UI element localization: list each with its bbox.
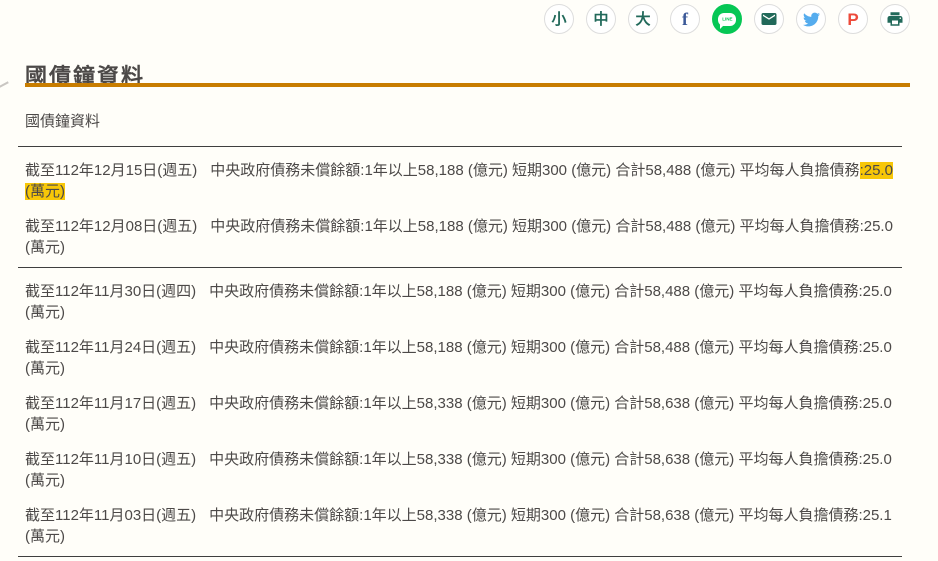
record-date: 截至112年11月17日(週五): [25, 395, 196, 412]
record-date: 截至112年12月15日(週五): [25, 162, 197, 179]
record-detail: 中央政府債務未償餘額:1年以上58,338 (億元) 短期300 (億元) 合計…: [209, 395, 858, 412]
record-date: 截至112年11月03日(週五): [25, 507, 196, 524]
twitter-bird-icon: [803, 11, 820, 28]
debt-record: 截至112年12月15日(週五) 中央政府債務未償餘額:1年以上58,188 (億…: [18, 151, 902, 207]
toolbar: 小 中 大 f LINE P: [544, 4, 910, 34]
envelope-icon: [760, 10, 778, 28]
records-divider: [18, 556, 902, 557]
record-detail: 中央政府債務未償餘額:1年以上58,188 (億元) 短期300 (億元) 合計…: [209, 339, 858, 356]
record-date: 截至112年11月30日(週四): [25, 283, 196, 300]
font-size-medium-button[interactable]: 中: [586, 4, 616, 34]
debt-record: 截至112年11月17日(週五) 中央政府債務未償餘額:1年以上58,338 (億…: [18, 384, 902, 440]
record-detail: 中央政府債務未償餘額:1年以上58,188 (億元) 短期300 (億元) 合計…: [209, 283, 858, 300]
share-email-button[interactable]: [754, 4, 784, 34]
share-line-button[interactable]: LINE: [712, 4, 742, 34]
section-title: 國債鐘資料: [18, 112, 902, 132]
record-detail: 中央政府債務未償餘額:1年以上58,338 (億元) 短期300 (億元) 合計…: [209, 507, 858, 524]
debt-records-list: 截至112年12月15日(週五) 中央政府債務未償餘額:1年以上58,188 (億…: [18, 151, 902, 557]
debt-record: 截至112年11月03日(週五) 中央政府債務未償餘額:1年以上58,338 (億…: [18, 496, 902, 552]
debt-record: 截至112年12月08日(週五) 中央政府債務未償餘額:1年以上58,188 (億…: [18, 207, 902, 263]
font-size-medium-label: 中: [593, 12, 608, 27]
record-detail: 中央政府債務未償餘額:1年以上58,338 (億元) 短期300 (億元) 合計…: [209, 451, 858, 468]
font-size-large-label: 大: [635, 12, 650, 27]
record-date: 截至112年12月08日(週五): [25, 218, 197, 235]
main-content: 國債鐘資料 截至112年12月15日(週五) 中央政府債務未償餘額:1年以上58,…: [18, 112, 902, 561]
font-size-small-button[interactable]: 小: [544, 4, 574, 34]
records-divider: [18, 267, 902, 268]
title-accent-rule: [25, 83, 910, 87]
debt-record: 截至112年11月24日(週五) 中央政府債務未償餘額:1年以上58,188 (億…: [18, 328, 902, 384]
debt-record: 截至112年11月30日(週四) 中央政府債務未償餘額:1年以上58,188 (億…: [18, 272, 902, 328]
line-icon: LINE: [718, 13, 736, 26]
share-facebook-button[interactable]: f: [670, 4, 700, 34]
debt-clock-page: { "page": { "title": "國債鐘資料", "section_t…: [0, 0, 938, 542]
print-button[interactable]: [880, 4, 910, 34]
share-plurk-button[interactable]: P: [838, 4, 868, 34]
share-twitter-button[interactable]: [796, 4, 826, 34]
printer-icon: [886, 10, 904, 28]
plurk-icon: P: [847, 11, 858, 28]
edge-artifact: [0, 81, 9, 88]
section-divider: [18, 146, 902, 147]
record-detail: 中央政府債務未償餘額:1年以上58,188 (億元) 短期300 (億元) 合計…: [210, 162, 859, 179]
record-date: 截至112年11月24日(週五): [25, 339, 196, 356]
record-detail: 中央政府債務未償餘額:1年以上58,188 (億元) 短期300 (億元) 合計…: [210, 218, 859, 235]
facebook-icon: f: [682, 10, 688, 28]
font-size-large-button[interactable]: 大: [628, 4, 658, 34]
debt-record: 截至112年11月10日(週五) 中央政府債務未償餘額:1年以上58,338 (億…: [18, 440, 902, 496]
record-date: 截至112年11月10日(週五): [25, 451, 196, 468]
font-size-small-label: 小: [551, 12, 566, 27]
